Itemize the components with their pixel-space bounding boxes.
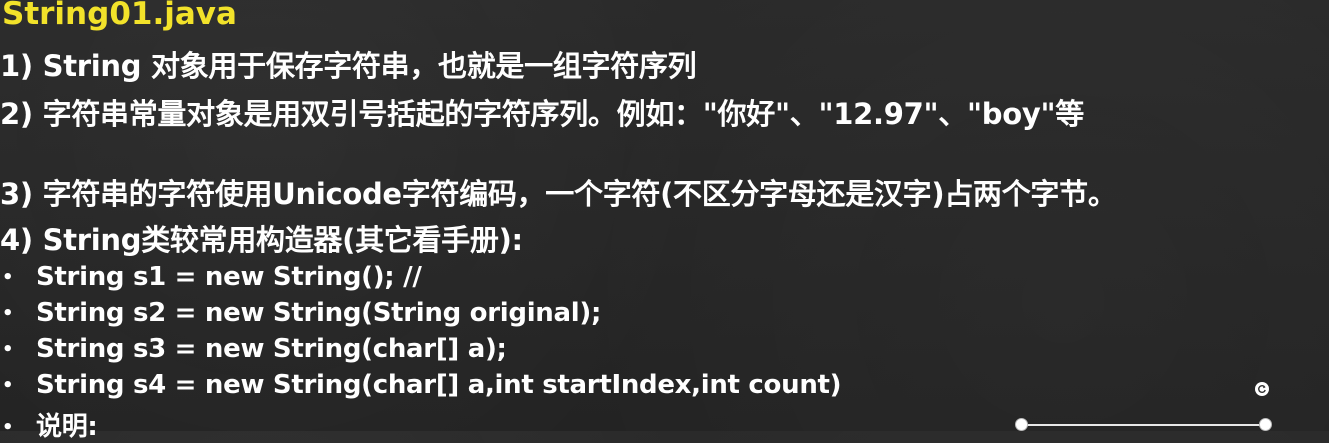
- bullet-text: String s4 = new String(char[] a,int star…: [36, 370, 842, 400]
- note-bullet: • 说明:: [0, 406, 98, 443]
- constructor-bullet-4: • String s4 = new String(char[] a,int sta…: [0, 370, 842, 400]
- selection-handle-left[interactable]: [1015, 418, 1028, 431]
- bullet-dot: •: [2, 339, 14, 360]
- bullet-text: String s3 = new String(char[] a);: [36, 334, 507, 364]
- constructor-bullet-1: • String s1 = new String(); //: [0, 262, 422, 292]
- constructor-bullet-2: • String s2 = new String(String original)…: [0, 298, 601, 328]
- point-2: 2) 字符串常量对象是用双引号括起的字符序列。例如："你好"、"12.97"、"…: [0, 97, 1084, 131]
- slide-title: String01.java: [2, 0, 237, 32]
- bullet-text: String s1 = new String(); //: [36, 262, 422, 292]
- slide: String01.java 1) String 对象用于保存字符串，也就是一组字…: [0, 0, 1329, 442]
- constructor-bullet-3: • String s3 = new String(char[] a);: [0, 334, 507, 364]
- bullet-text: String s2 = new String(String original);: [36, 298, 602, 328]
- selection-border: [1021, 424, 1266, 426]
- point-1: 1) String 对象用于保存字符串，也就是一组字符序列: [0, 49, 697, 83]
- bullet-dot: •: [2, 303, 14, 324]
- bullet-dot: •: [2, 417, 14, 438]
- bullet-dot: •: [2, 267, 14, 288]
- point-4: 4) String类较常用构造器(其它看手册):: [0, 223, 523, 257]
- bullet-text: 说明:: [36, 412, 98, 442]
- bullet-dot: •: [2, 375, 14, 396]
- selection-handle-right[interactable]: [1259, 418, 1272, 431]
- rotate-icon[interactable]: [1255, 382, 1269, 396]
- point-3: 3) 字符串的字符使用Unicode字符编码，一个字符(不区分字母还是汉字)占两…: [0, 177, 1117, 211]
